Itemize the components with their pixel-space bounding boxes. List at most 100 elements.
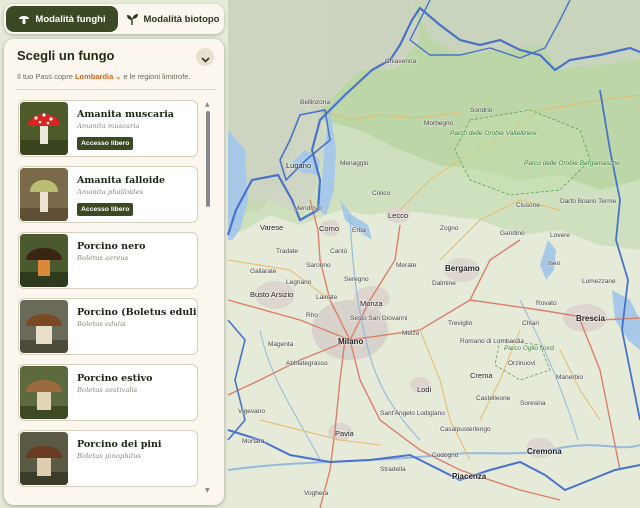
fungus-name: Amanita muscaria [77, 109, 174, 120]
fungus-card-porcino-dei-pini[interactable]: Porcino dei pini Boletus pinophilus [18, 430, 198, 487]
fungus-thumbnail [20, 366, 68, 419]
pass-suffix: e le regioni limitrofe. [121, 72, 191, 81]
fungus-card-boletus-edulis[interactable]: Porcino (Boletus edulis) Boletus edulis [18, 298, 198, 355]
map-label-castelleone: Castelleone [476, 395, 511, 402]
map-label-orzinuovi: Orzinuovi [508, 360, 536, 367]
fungus-card-porcino-estivo[interactable]: Porcino estivo Boletus aestivalis [18, 364, 198, 421]
pass-region-label: Lombardia [74, 72, 114, 81]
map-label-menaggio: Menaggio [340, 160, 369, 167]
map-label-saronno: Saronno [306, 262, 331, 269]
map-label-legnano: Legnano [286, 279, 312, 286]
map-label-soresina: Soresina [520, 400, 546, 407]
map-label-voghera: Voghera [304, 490, 329, 497]
map-label-piacenza: Piacenza [452, 472, 487, 481]
map-label-bergamo: Bergamo [445, 264, 480, 273]
map-label-romano: Romano di Lombardia [460, 338, 524, 345]
map-label-rho: Rho [306, 312, 318, 319]
map-label-lainate: Lainate [316, 294, 338, 301]
sprout-icon [125, 13, 139, 26]
map-label-magenta: Magenta [268, 341, 294, 348]
map-label-parco-orobie-v: Parco delle Orobie Valtellinesi [450, 130, 537, 137]
mushroom-mode-label: Modalità funghi [35, 13, 106, 25]
map-label-colico: Colico [372, 190, 391, 197]
fungus-name: Amanita falloide [77, 175, 166, 186]
map-label-busto: Busto Arsizio [250, 290, 294, 299]
map-label-crema: Crema [470, 371, 493, 380]
map-label-clusone: Clusone [516, 202, 540, 209]
map-label-gallarate: Gallarate [250, 268, 277, 275]
map-label-manerbio: Manerbio [556, 374, 584, 381]
mode-switch: Modalità funghi Modalità biotopo [4, 4, 224, 34]
fungus-list: Amanita muscaria Amanita muscaria Access… [16, 98, 200, 498]
map-label-lodi: Lodi [417, 385, 432, 394]
chevron-down-icon [200, 48, 210, 67]
fungus-thumbnail [20, 168, 68, 221]
map-label-pavia: Pavia [335, 429, 354, 438]
map-label-monza: Monza [360, 299, 383, 308]
fungus-card-porcino-nero[interactable]: Porcino nero Boletus aereus [18, 232, 198, 289]
map-label-rovato: Rovato [536, 300, 557, 307]
map-label-abbiategrasso: Abbiategrasso [286, 360, 328, 367]
map-label-chiavenna: Chiavenna [385, 58, 417, 65]
fungus-latin-name: Boletus edulis [77, 320, 126, 328]
free-access-badge: Accesso libero [77, 137, 134, 150]
map-label-gandino: Gandino [500, 230, 525, 237]
fungus-thumbnail [20, 300, 68, 353]
map-label-lugano: Lugano [286, 161, 312, 170]
fungus-thumbnail [20, 432, 68, 485]
map-label-iseo: Iseo [548, 260, 561, 267]
fungus-latin-name: Amanita phalloides [77, 188, 144, 196]
map-label-morbegno: Morbegno [424, 120, 454, 127]
scroll-up-icon[interactable]: ▲ [205, 101, 210, 108]
mushroom-mode-button[interactable]: Modalità funghi [6, 6, 118, 32]
map-label-casalpusterlengo: Casalpusterlengo [440, 426, 491, 433]
map-label-lecco: Lecco [388, 211, 409, 220]
map-label-cremona: Cremona [527, 447, 562, 456]
map-label-chiari: Chiari [522, 320, 539, 327]
map-label-mendrisio: Mendrisio [294, 205, 323, 212]
fungus-name: Porcino dei pini [77, 439, 162, 450]
map-label-lumezzane: Lumezzane [582, 278, 616, 285]
pass-region-selector[interactable]: Lombardia ⌄ [75, 72, 121, 81]
map-label-darfo: Darfo Boario Terme [560, 198, 617, 205]
fungus-latin-name: Amanita muscaria [77, 122, 140, 130]
fungus-card-amanita-falloide[interactable]: Amanita falloide Amanita phalloides Acce… [18, 166, 198, 223]
map-label-parco-orobie-bg: Parco delle Orobie Bergamasche [524, 160, 620, 167]
map-label-mortara: Mortara [242, 438, 265, 445]
fungus-thumbnail [20, 102, 68, 155]
map-label-merate: Merate [396, 262, 417, 269]
map-label-erba: Erba [352, 227, 366, 234]
fungus-panel: Scegli un fungo Il tuo Pass copre Lombar… [4, 39, 224, 505]
fungus-name: Porcino estivo [77, 373, 153, 384]
scroll-down-icon[interactable]: ▼ [205, 487, 210, 494]
map-label-vigevano: Vigevano [238, 408, 265, 415]
fungus-latin-name: Boletus aereus [77, 254, 129, 262]
fungus-latin-name: Boletus pinophilus [77, 452, 141, 460]
map-label-sesto: Sesto San Giovanni [350, 315, 408, 322]
map-label-tradate: Tradate [276, 248, 299, 255]
map-label-cantu: Cantù [330, 248, 348, 255]
list-scrollbar[interactable]: ▲ ▼ [205, 101, 211, 495]
map-label-brescia: Brescia [576, 314, 605, 323]
collapse-button[interactable] [196, 48, 214, 66]
map-label-bellinzona: Bellinzona [300, 99, 330, 106]
divider [17, 89, 215, 90]
mushroom-icon [18, 13, 30, 25]
map-label-melzo: Melzo [402, 330, 420, 337]
fungus-card-amanita-muscaria[interactable]: Amanita muscaria Amanita muscaria Access… [18, 100, 198, 157]
scrollbar-thumb[interactable] [206, 111, 210, 207]
fungus-latin-name: Boletus aestivalis [77, 386, 138, 394]
map-label-seregno: Seregno [344, 276, 369, 283]
pass-coverage-text: Il tuo Pass copre Lombardia ⌄ e le regio… [17, 72, 190, 81]
fungus-name: Porcino nero [77, 241, 146, 252]
map-label-stradella: Stradella [380, 466, 406, 473]
map-label-parco-oglio: Parco Oglio Nord [504, 345, 554, 352]
map-label-como: Como [319, 224, 340, 233]
map-label-milano: Milano [338, 337, 364, 346]
pass-prefix: Il tuo Pass copre [17, 72, 75, 81]
sidebar: Modalità funghi Modalità biotopo Scegli … [0, 0, 228, 508]
map-label-lovere: Lovere [550, 232, 570, 239]
biotope-mode-label: Modalità biotopo [143, 13, 220, 25]
biotope-mode-button[interactable]: Modalità biotopo [122, 6, 222, 32]
fungus-thumbnail [20, 234, 68, 287]
